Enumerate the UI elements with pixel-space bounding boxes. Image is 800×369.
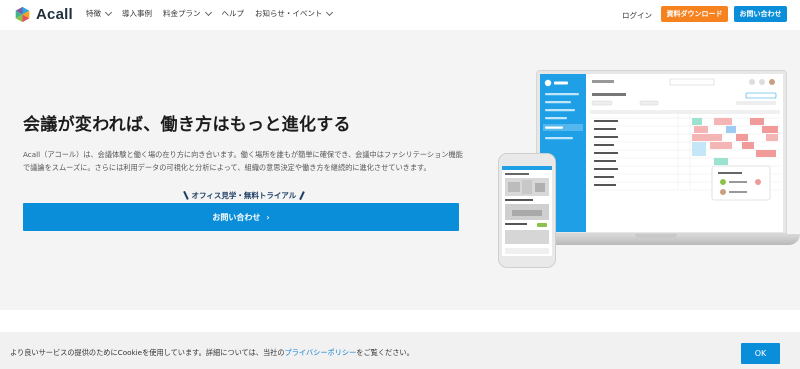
chevron-right-icon: › — [266, 212, 270, 222]
nav-item-label: お知らせ・イベント — [255, 9, 323, 18]
hero-headline: 会議が変われば、働き方はもっと進化する — [23, 115, 351, 135]
phone-mockup — [498, 153, 556, 268]
laptop-mockup — [536, 70, 787, 234]
nav-item-label: 料金プラン — [163, 9, 201, 18]
laptop-notch — [635, 234, 677, 238]
chevron-down-icon — [204, 8, 212, 16]
cookie-message: より良いサービスの提供のためにCookieを使用しています。詳細については、当社… — [10, 348, 414, 358]
mobile-app-illustration — [502, 166, 552, 254]
contact-cta-button[interactable]: お問い合わせ › — [23, 203, 459, 231]
logo[interactable]: Acall — [14, 6, 73, 23]
popup-card-illustration — [711, 165, 771, 201]
login-link[interactable]: ログイン — [622, 10, 652, 21]
nav-item-cases[interactable]: 導入事例 — [122, 8, 152, 19]
trial-caption: オフィス見学・無料トライアル — [183, 190, 305, 201]
cookie-ok-button[interactable]: OK — [741, 343, 780, 364]
contact-button-header[interactable]: お問い合わせ — [734, 6, 787, 22]
nav-item-label: ヘルプ — [221, 9, 245, 18]
cta-label: お問い合わせ — [212, 212, 261, 222]
cookie-text-after: をご覧ください。 — [356, 348, 414, 357]
nav-item-label: 導入事例 — [122, 9, 152, 18]
nav-item-features[interactable]: 特徴 — [86, 8, 113, 19]
nav-item-news-events[interactable]: お知らせ・イベント — [255, 8, 334, 19]
nav-item-label: 特徴 — [86, 9, 101, 18]
nav-item-pricing[interactable]: 料金プラン — [163, 8, 212, 19]
phone-screen — [502, 166, 552, 256]
site-header: Acall 特徴 導入事例 料金プラン ヘルプ お知らせ・イベント ログイン 資… — [0, 0, 800, 30]
cookie-text-before: より良いサービスの提供のためにCookieを使用しています。詳細については、当社… — [10, 348, 285, 357]
chevron-down-icon — [326, 8, 334, 16]
main-nav: 特徴 導入事例 料金プラン ヘルプ お知らせ・イベント — [86, 8, 334, 19]
cookie-banner: より良いサービスの提供のためにCookieを使用しています。詳細については、当社… — [0, 332, 800, 369]
acall-logo-icon — [15, 6, 30, 23]
privacy-policy-link[interactable]: プライバシーポリシー — [285, 348, 357, 357]
download-docs-button[interactable]: 資料ダウンロード — [661, 6, 728, 22]
chevron-down-icon — [104, 8, 113, 16]
brand-name: Acall — [36, 6, 73, 23]
trial-label: オフィス見学・無料トライアル — [191, 191, 297, 200]
hero-description: Acall（アコール）は、会議体験と働く場の在り方に向き合います。働く場所を誰も… — [23, 150, 463, 172]
laptop-screen — [540, 74, 783, 232]
room-schedule-illustration — [590, 78, 780, 201]
schedule-grid-illustration — [586, 74, 783, 232]
nav-item-help[interactable]: ヘルプ — [222, 8, 245, 19]
